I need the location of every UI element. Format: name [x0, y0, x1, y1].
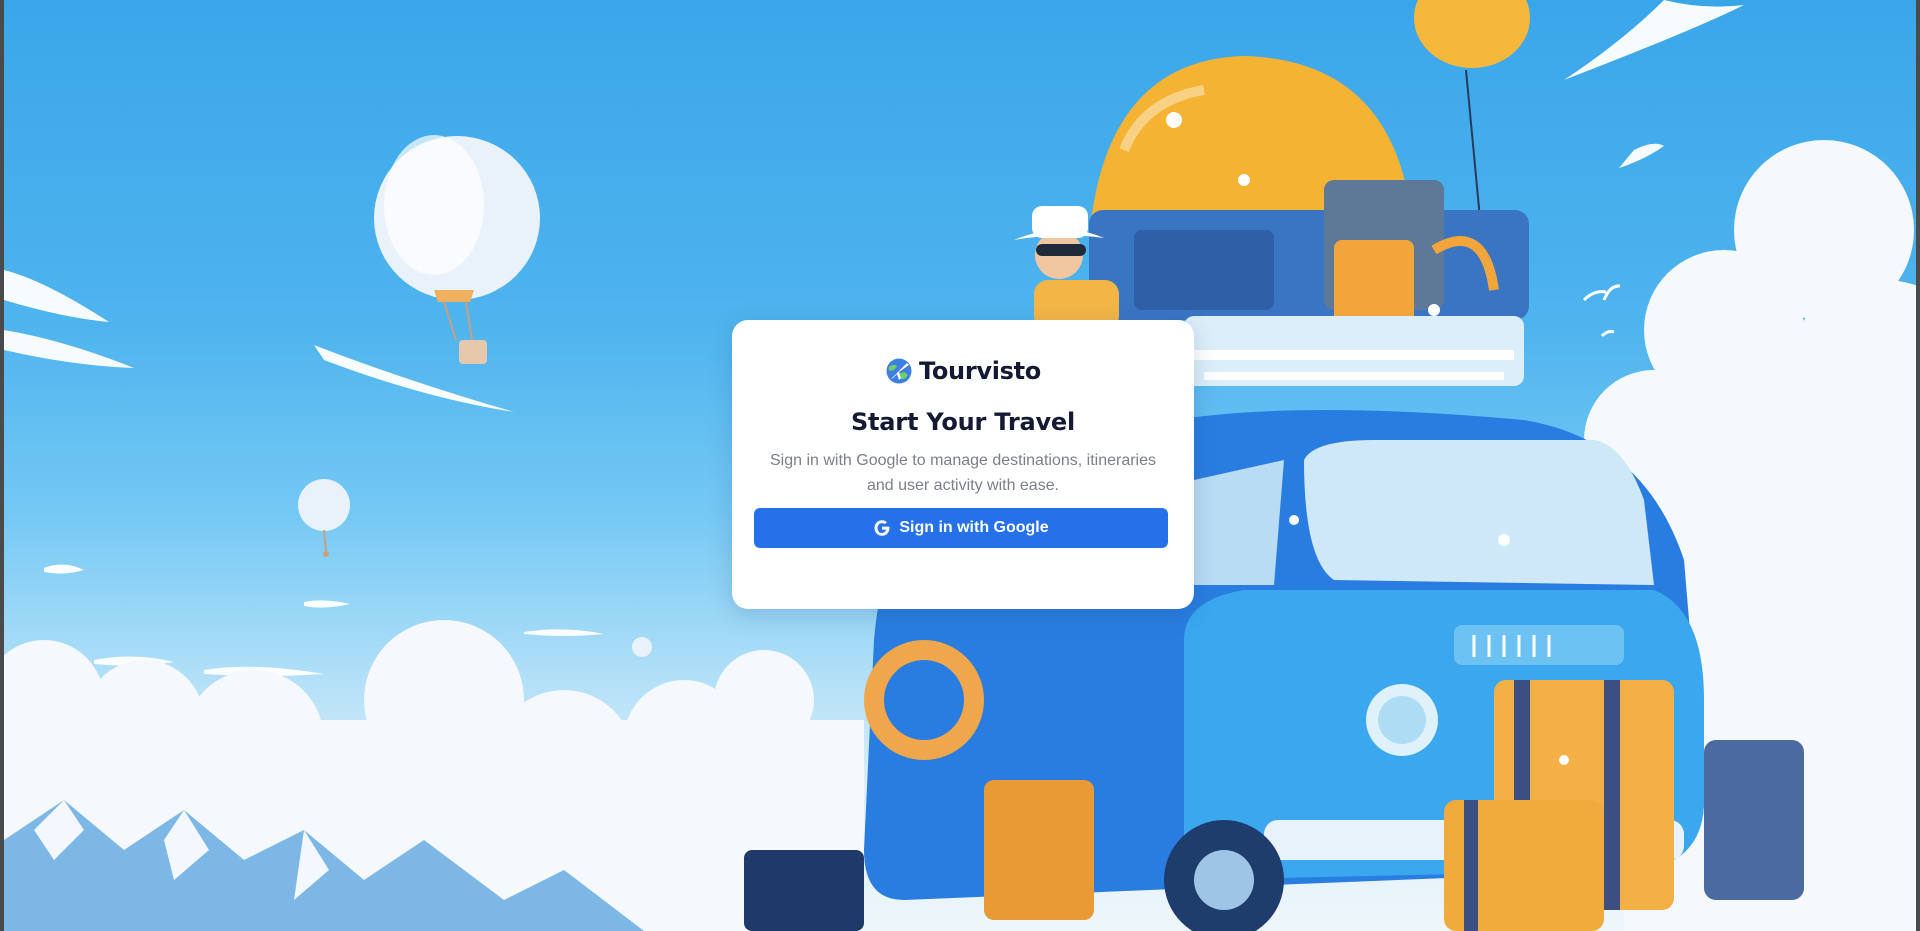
sign-in-card: Tourvisto Start Your Travel Sign in with…: [732, 320, 1194, 609]
page-subtitle: Sign in with Google to manage destinatio…: [770, 452, 1156, 494]
sign-in-with-google-label: Sign in with Google: [899, 519, 1049, 536]
globe-airplane-icon: [885, 357, 913, 385]
page-title: Start Your Travel: [850, 408, 1076, 436]
brand: Tourvisto: [754, 356, 1172, 386]
google-icon: [873, 519, 891, 537]
sign-in-with-google-button[interactable]: Sign in with Google: [754, 508, 1168, 548]
page-viewport: Tourvisto Start Your Travel Sign in with…: [4, 0, 1916, 931]
brand-name: Tourvisto: [918, 357, 1041, 385]
